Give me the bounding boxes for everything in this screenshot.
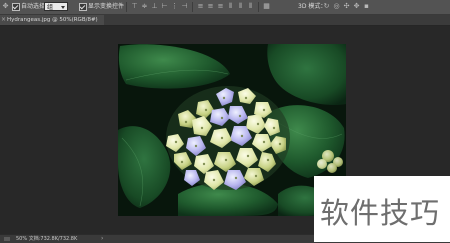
chevron-down-icon [61,6,65,9]
document-tab[interactable]: × Hydrangeas.jpg @ 50%(RGB/8#) [0,15,104,25]
align-top-icon[interactable]: ⊤ [131,3,138,10]
3d-rotate-icon[interactable]: ↻ [323,3,330,10]
move-tool-icon[interactable]: ✥ [2,3,9,10]
3d-scale-icon[interactable]: ▪ [363,3,370,10]
show-transform-checkbox[interactable] [79,3,87,11]
align-bottom-icon[interactable]: ⊥ [151,3,158,10]
options-bar: ✥ 自动选择： 组 显示变换控件 ⊤ ≑ ⊥ ⊢ ⋮ ⊣ ≡ ≡ ≡ ⦀ ⦀ ⦀… [0,0,450,15]
hydrangea-photo [118,44,346,216]
document-image[interactable] [118,44,346,216]
align-left-icon[interactable]: ⊢ [161,3,168,10]
show-transform-label: 显示变换控件 [88,3,125,10]
auto-select-checkbox[interactable] [12,3,20,11]
align-hcenter-icon[interactable]: ⋮ [171,3,178,10]
3d-slide-icon[interactable]: ✥ [353,3,360,10]
auto-select-value: 组 [47,4,54,11]
document-tab-title: Hydrangeas.jpg @ 50%(RGB/8#) [7,17,98,23]
distribute-hcenter-icon[interactable]: ⦀ [237,3,244,10]
document-tab-bar: × Hydrangeas.jpg @ 50%(RGB/8#) [0,15,450,26]
watermark-box: 软件技巧 [314,176,450,242]
distribute-top-icon[interactable]: ≡ [197,3,204,10]
close-icon[interactable]: × [1,15,6,25]
auto-align-icon[interactable]: ▦ [263,3,270,10]
align-vcenter-icon[interactable]: ≑ [141,3,148,10]
separator [258,2,259,12]
distribute-bottom-icon[interactable]: ≡ [217,3,224,10]
separator [126,2,127,12]
distribute-right-icon[interactable]: ⦀ [247,3,254,10]
distribute-vcenter-icon[interactable]: ≡ [207,3,214,10]
3d-pan-icon[interactable]: ✣ [343,3,350,10]
separator [192,2,193,12]
watermark-text: 软件技巧 [320,196,441,230]
align-right-icon[interactable]: ⊣ [181,3,188,10]
3d-roll-icon[interactable]: ◎ [333,3,340,10]
distribute-left-icon[interactable]: ⦀ [227,3,234,10]
zoom-field[interactable] [4,237,10,241]
auto-select-dropdown[interactable]: 组 [44,2,68,11]
